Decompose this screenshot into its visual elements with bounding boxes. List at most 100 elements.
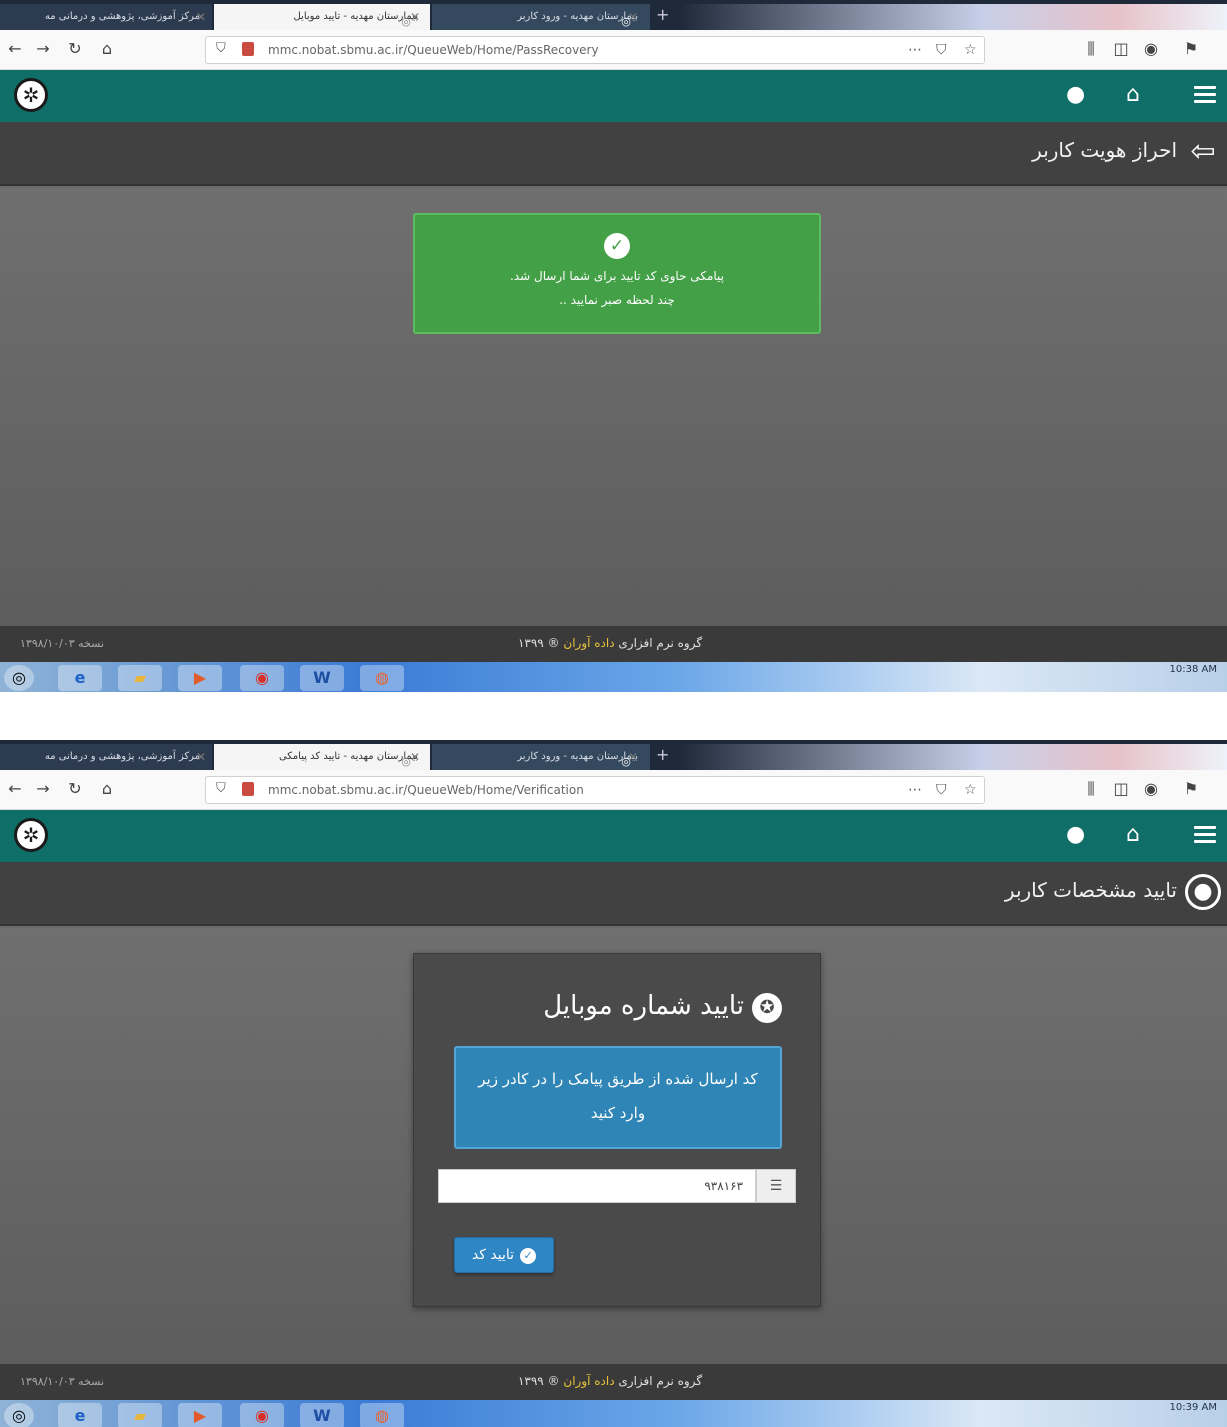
user-icon[interactable]: ● (1066, 82, 1085, 108)
chrome-icon[interactable]: ◉ (240, 665, 284, 691)
browser-tab-active[interactable]: ◎ ✕ بیمارستان مهدیه - تایید کد پیامکی (214, 744, 430, 770)
new-tab-icon[interactable]: + (656, 744, 669, 766)
ie-icon[interactable]: e (58, 665, 102, 691)
more-actions-icon[interactable]: ⋯ (908, 780, 922, 800)
account-icon[interactable]: ◉ (1140, 38, 1162, 60)
address-bar[interactable]: ⛉ mmc.nobat.sbmu.ac.ir/QueueWeb/Home/Ver… (205, 776, 985, 804)
bookmark-star-icon[interactable]: ☆ (964, 780, 977, 800)
media-player-icon[interactable]: ▶ (178, 665, 222, 691)
reload-icon[interactable]: ↻ (64, 38, 86, 60)
folder-icon[interactable]: ▰ (118, 665, 162, 691)
accessibility-icon: ✪ (752, 993, 782, 1023)
footer-brand-link[interactable]: داده آوران (563, 1374, 614, 1388)
tracking-shield-icon[interactable]: ⛉ (216, 781, 226, 796)
extension-icon[interactable]: ⚑ (1180, 778, 1202, 800)
page-footer: گروه نرم افزاری داده آوران ® ۱۳۹۹ نسخه ۱… (0, 1364, 1227, 1400)
screenshot-pass-recovery: ✕ مرکز آموزشی، پژوهشی و درمانی مه ◎ ✕ بیمار… (0, 0, 1227, 692)
verify-code-button[interactable]: ✓تایید کد (454, 1237, 554, 1273)
folder-icon[interactable]: ▰ (118, 1403, 162, 1427)
windows-taskbar: ◎ e ▰ ▶ ◉ W ◍ 10:38 AM (0, 662, 1227, 692)
media-player-icon[interactable]: ▶ (178, 1403, 222, 1427)
info-message: کد ارسال شده از طریق پیامک را در کادر زی… (454, 1046, 782, 1149)
tab-bar-background (680, 744, 1227, 770)
browser-tab-bar: ✕ مرکز آموزشی، پژوهشی و درمانی مه ◎ ✕ بیمار… (0, 740, 1227, 770)
forward-arrow-icon[interactable]: → (32, 38, 54, 60)
address-bar[interactable]: ⛉ mmc.nobat.sbmu.ac.ir/QueueWeb/Home/Pas… (205, 36, 985, 64)
browser-nav-bar: ← → ↻ ⌂ ⛉ mmc.nobat.sbmu.ac.ir/QueueWeb/… (0, 30, 1227, 70)
chrome-icon[interactable]: ◉ (240, 1403, 284, 1427)
check-circle-icon: ✓ (604, 233, 630, 259)
home-icon[interactable]: ⌂ (1126, 822, 1140, 848)
page-title-bar: ● تایید مشخصات کاربر (0, 862, 1227, 926)
browser-tab[interactable]: ◎ ✕ بیمارستان مهدیه - ورود کاربر (432, 744, 650, 770)
verification-code-input[interactable] (438, 1169, 756, 1203)
footer-version: نسخه ۱۳۹۸/۱۰/۰۳ (20, 1375, 105, 1388)
tab-close-icon[interactable]: ✕ (196, 744, 206, 770)
forward-arrow-icon[interactable]: → (32, 778, 54, 800)
tab-close-icon[interactable]: ✕ (628, 744, 638, 770)
tab-bar-background (680, 4, 1227, 30)
back-arrow-icon[interactable]: ← (4, 778, 26, 800)
page-title: تایید مشخصات کاربر (1004, 878, 1177, 902)
site-lock-icon[interactable] (242, 42, 254, 56)
browser-tab[interactable]: ◎ ✕ بیمارستان مهدیه - ورود کاربر (432, 4, 650, 30)
hamburger-menu-icon[interactable] (1194, 86, 1216, 104)
tab-close-icon[interactable]: ✕ (410, 744, 420, 770)
word-icon[interactable]: W (300, 665, 344, 691)
more-actions-icon[interactable]: ⋯ (908, 40, 922, 60)
firefox-icon[interactable]: ◍ (360, 1403, 404, 1427)
browser-tab-active[interactable]: ◎ ✕ بیمارستان مهدیه - تایید موبایل (214, 4, 430, 30)
firefox-icon[interactable]: ◍ (360, 665, 404, 691)
verification-card: ✪ تایید شماره موبایل کد ارسال شده از طری… (413, 953, 821, 1307)
back-arrow-icon[interactable]: ← (4, 38, 26, 60)
hospital-logo[interactable]: ✲ (14, 78, 48, 112)
tab-close-icon[interactable]: ✕ (196, 4, 206, 30)
reload-icon[interactable]: ↻ (64, 778, 86, 800)
alert-wait-message: چند لحظه صبر نمایید .. (559, 293, 675, 307)
home-icon[interactable]: ⌂ (1126, 82, 1140, 108)
tab-close-icon[interactable]: ✕ (410, 4, 420, 30)
code-input-group: ☰ (438, 1169, 796, 1203)
start-button[interactable]: ◎ (4, 665, 34, 691)
sign-in-icon: ⇦ (1190, 134, 1216, 169)
system-clock[interactable]: 10:39 AM (1170, 1402, 1217, 1413)
library-icon[interactable]: ⫼ (1080, 38, 1102, 60)
hamburger-menu-icon[interactable] (1194, 826, 1216, 844)
page-title: احراز هویت کاربر (1032, 138, 1177, 162)
browser-tab[interactable]: ✕ مرکز آموزشی، پژوهشی و درمانی مه (0, 4, 212, 30)
word-icon[interactable]: W (300, 1403, 344, 1427)
page-title-bar: ⇦ احراز هویت کاربر (0, 122, 1227, 186)
extension-icon[interactable]: ⚑ (1180, 38, 1202, 60)
footer-brand-link[interactable]: داده آوران (563, 636, 614, 650)
footer-credit: گروه نرم افزاری داده آوران ® ۱۳۹۹ (517, 636, 703, 650)
hospital-logo[interactable]: ✲ (14, 818, 48, 852)
browser-nav-bar: ← → ↻ ⌂ ⛉ mmc.nobat.sbmu.ac.ir/QueueWeb/… (0, 770, 1227, 810)
pocket-icon[interactable]: ⛉ (936, 40, 947, 60)
new-tab-icon[interactable]: + (656, 4, 669, 26)
system-clock[interactable]: 10:38 AM (1170, 664, 1217, 675)
home-icon[interactable]: ⌂ (96, 38, 118, 60)
url-text[interactable]: mmc.nobat.sbmu.ac.ir/QueueWeb/Home/Verif… (268, 777, 584, 803)
library-icon[interactable]: ⫼ (1080, 778, 1102, 800)
success-alert: ✓ پیامکی حاوی کد تایید برای شما ارسال شد… (413, 213, 821, 334)
sidebar-icon[interactable]: ◫ (1110, 778, 1132, 800)
site-lock-icon[interactable] (242, 782, 254, 796)
footer-version: نسخه ۱۳۹۸/۱۰/۰۳ (20, 637, 105, 650)
alert-message: پیامکی حاوی کد تایید برای شما ارسال شد. (510, 269, 724, 283)
tab-favicon-icon: ◎ (621, 15, 631, 28)
ie-icon[interactable]: e (58, 1403, 102, 1427)
sidebar-icon[interactable]: ◫ (1110, 38, 1132, 60)
url-text[interactable]: mmc.nobat.sbmu.ac.ir/QueueWeb/Home/PassR… (268, 37, 599, 63)
browser-tab[interactable]: ✕ مرکز آموزشی، پژوهشی و درمانی مه (0, 744, 212, 770)
start-button[interactable]: ◎ (4, 1403, 34, 1427)
tab-close-icon[interactable]: ✕ (628, 4, 638, 30)
account-icon[interactable]: ◉ (1140, 778, 1162, 800)
card-title: تایید شماره موبایل (543, 991, 744, 1021)
tracking-shield-icon[interactable]: ⛉ (216, 41, 226, 56)
user-icon[interactable]: ● (1066, 822, 1085, 848)
bookmark-star-icon[interactable]: ☆ (964, 40, 977, 60)
home-icon[interactable]: ⌂ (96, 778, 118, 800)
tab-favicon-icon: ◎ (621, 755, 631, 768)
pocket-icon[interactable]: ⛉ (936, 780, 947, 800)
check-circle-icon: ✓ (520, 1248, 537, 1264)
